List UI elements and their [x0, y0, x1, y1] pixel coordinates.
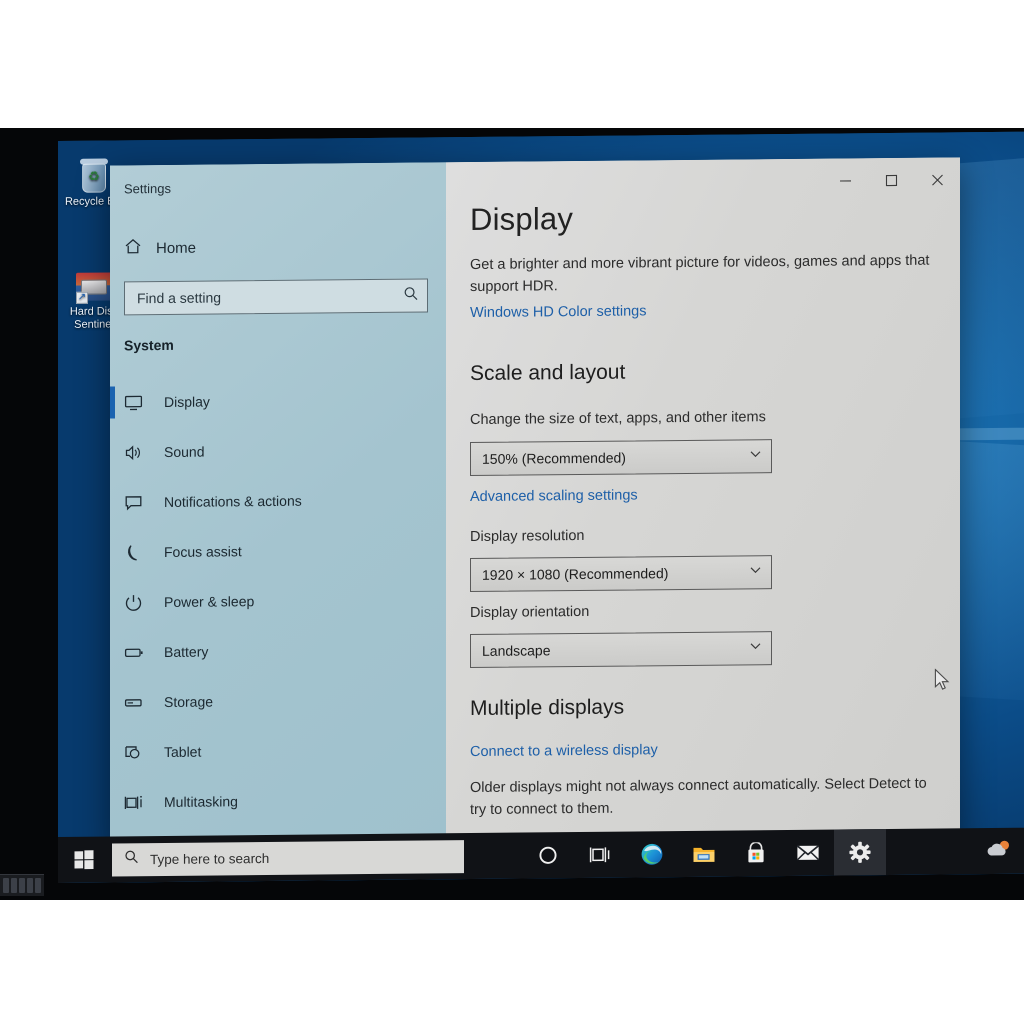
- monitor-icon: [124, 393, 152, 412]
- display-orientation-label: Display orientation: [470, 603, 590, 622]
- settings-content: Display Get a brighter and more vibrant …: [446, 157, 960, 845]
- sidebar-item-label: Focus assist: [164, 543, 242, 560]
- window-controls: [822, 157, 960, 202]
- settings-window: Settings Home Find a setting System Disp…: [110, 157, 960, 848]
- taskbar: Type here to search: [58, 827, 1024, 883]
- multiple-displays-description: Older displays might not always connect …: [470, 775, 927, 819]
- sidebar-item-label: Sound: [164, 443, 205, 460]
- microsoft-store-icon[interactable]: [730, 830, 782, 876]
- recycle-bin-icon: ♻: [79, 158, 109, 193]
- taskbar-search-box[interactable]: Type here to search: [112, 839, 464, 876]
- display-resolution-value: 1920 × 1080 (Recommended): [482, 565, 669, 583]
- connect-wireless-display-link[interactable]: Connect to a wireless display: [470, 742, 658, 760]
- hdr-description: Get a brighter and more vibrant picture …: [470, 252, 930, 296]
- microsoft-edge-icon[interactable]: [626, 831, 678, 877]
- sidebar-home-label: Home: [156, 239, 197, 258]
- photo-bottom-padding: [0, 900, 1024, 1024]
- display-resolution-label: Display resolution: [470, 527, 585, 546]
- monitor-photo: ♻ Recycle Bin ↗ Hard Disk Sentinel Setti…: [0, 128, 1024, 900]
- windows-start-icon[interactable]: [58, 837, 110, 883]
- sidebar-group-label: System: [124, 336, 174, 354]
- sidebar-item-home[interactable]: Home: [124, 237, 196, 261]
- display-resolution-dropdown[interactable]: 1920 × 1080 (Recommended): [470, 555, 772, 593]
- system-tray: [984, 836, 1024, 865]
- sidebar-item-battery[interactable]: Battery: [110, 624, 446, 677]
- sidebar-item-display[interactable]: Display: [110, 374, 446, 427]
- photo-top-padding: [0, 0, 1024, 128]
- sidebar-item-tablet[interactable]: Tablet: [110, 724, 446, 777]
- file-explorer-icon[interactable]: [678, 831, 730, 877]
- sidebar-item-notifications[interactable]: Notifications & actions: [110, 474, 446, 527]
- task-view-icon[interactable]: [574, 832, 626, 878]
- scale-dropdown-value: 150% (Recommended): [482, 449, 626, 467]
- storage-icon: [124, 693, 152, 712]
- keyboard-edge: [0, 874, 44, 896]
- sidebar-item-label: Power & sleep: [164, 593, 255, 610]
- sidebar-item-label: Notifications & actions: [164, 492, 302, 510]
- chevron-down-icon: [748, 638, 763, 658]
- close-button[interactable]: [914, 157, 960, 201]
- weather-icon[interactable]: [984, 836, 1014, 865]
- chevron-down-icon: [748, 562, 763, 582]
- search-input[interactable]: Find a setting: [124, 278, 428, 316]
- desktop-screen: ♻ Recycle Bin ↗ Hard Disk Sentinel Setti…: [58, 131, 1024, 883]
- home-icon: [124, 237, 142, 260]
- multitasking-icon: [124, 793, 152, 812]
- settings-sidebar: Settings Home Find a setting System Disp…: [110, 162, 446, 848]
- taskbar-search-placeholder: Type here to search: [150, 850, 270, 867]
- notification-icon: [124, 493, 152, 512]
- chevron-down-icon: [748, 446, 763, 466]
- multiple-displays-heading: Multiple displays: [470, 695, 625, 721]
- page-title: Display: [470, 201, 574, 238]
- search-icon: [124, 849, 139, 869]
- scale-dropdown[interactable]: 150% (Recommended): [470, 439, 772, 477]
- hard-disk-sentinel-icon: ↗: [76, 272, 112, 304]
- display-orientation-value: Landscape: [482, 642, 551, 659]
- power-icon: [124, 593, 152, 612]
- sidebar-item-label: Multitasking: [164, 793, 238, 810]
- sidebar-item-label: Tablet: [164, 743, 202, 760]
- sidebar-item-focus-assist[interactable]: Focus assist: [110, 524, 446, 577]
- sidebar-item-label: Storage: [164, 693, 214, 710]
- sidebar-item-label: Battery: [164, 643, 209, 660]
- sidebar-item-power-sleep[interactable]: Power & sleep: [110, 574, 446, 627]
- scale-and-layout-heading: Scale and layout: [470, 360, 626, 386]
- cortana-icon[interactable]: [522, 832, 574, 878]
- mouse-pointer: [934, 668, 951, 697]
- maximize-button[interactable]: [868, 158, 914, 202]
- search-placeholder: Find a setting: [137, 289, 222, 307]
- scale-label: Change the size of text, apps, and other…: [470, 409, 766, 429]
- mail-icon[interactable]: [782, 830, 834, 876]
- speaker-icon: [124, 443, 152, 462]
- sidebar-item-storage[interactable]: Storage: [110, 674, 446, 727]
- sidebar-nav-list: Display Sound Notifications & actions Fo…: [110, 374, 446, 827]
- battery-icon: [124, 643, 152, 662]
- search-icon: [403, 285, 419, 306]
- windows-hd-color-settings-link[interactable]: Windows HD Color settings: [470, 303, 646, 321]
- display-orientation-dropdown[interactable]: Landscape: [470, 631, 772, 669]
- settings-gear-icon[interactable]: [834, 829, 886, 876]
- minimize-button[interactable]: [822, 158, 868, 202]
- moon-icon: [124, 543, 152, 562]
- advanced-scaling-settings-link[interactable]: Advanced scaling settings: [470, 487, 638, 505]
- sidebar-item-multitasking[interactable]: Multitasking: [110, 774, 446, 827]
- sidebar-item-label: Display: [164, 393, 210, 410]
- sidebar-item-sound[interactable]: Sound: [110, 424, 446, 477]
- window-title: Settings: [124, 180, 171, 197]
- tablet-icon: [124, 743, 152, 762]
